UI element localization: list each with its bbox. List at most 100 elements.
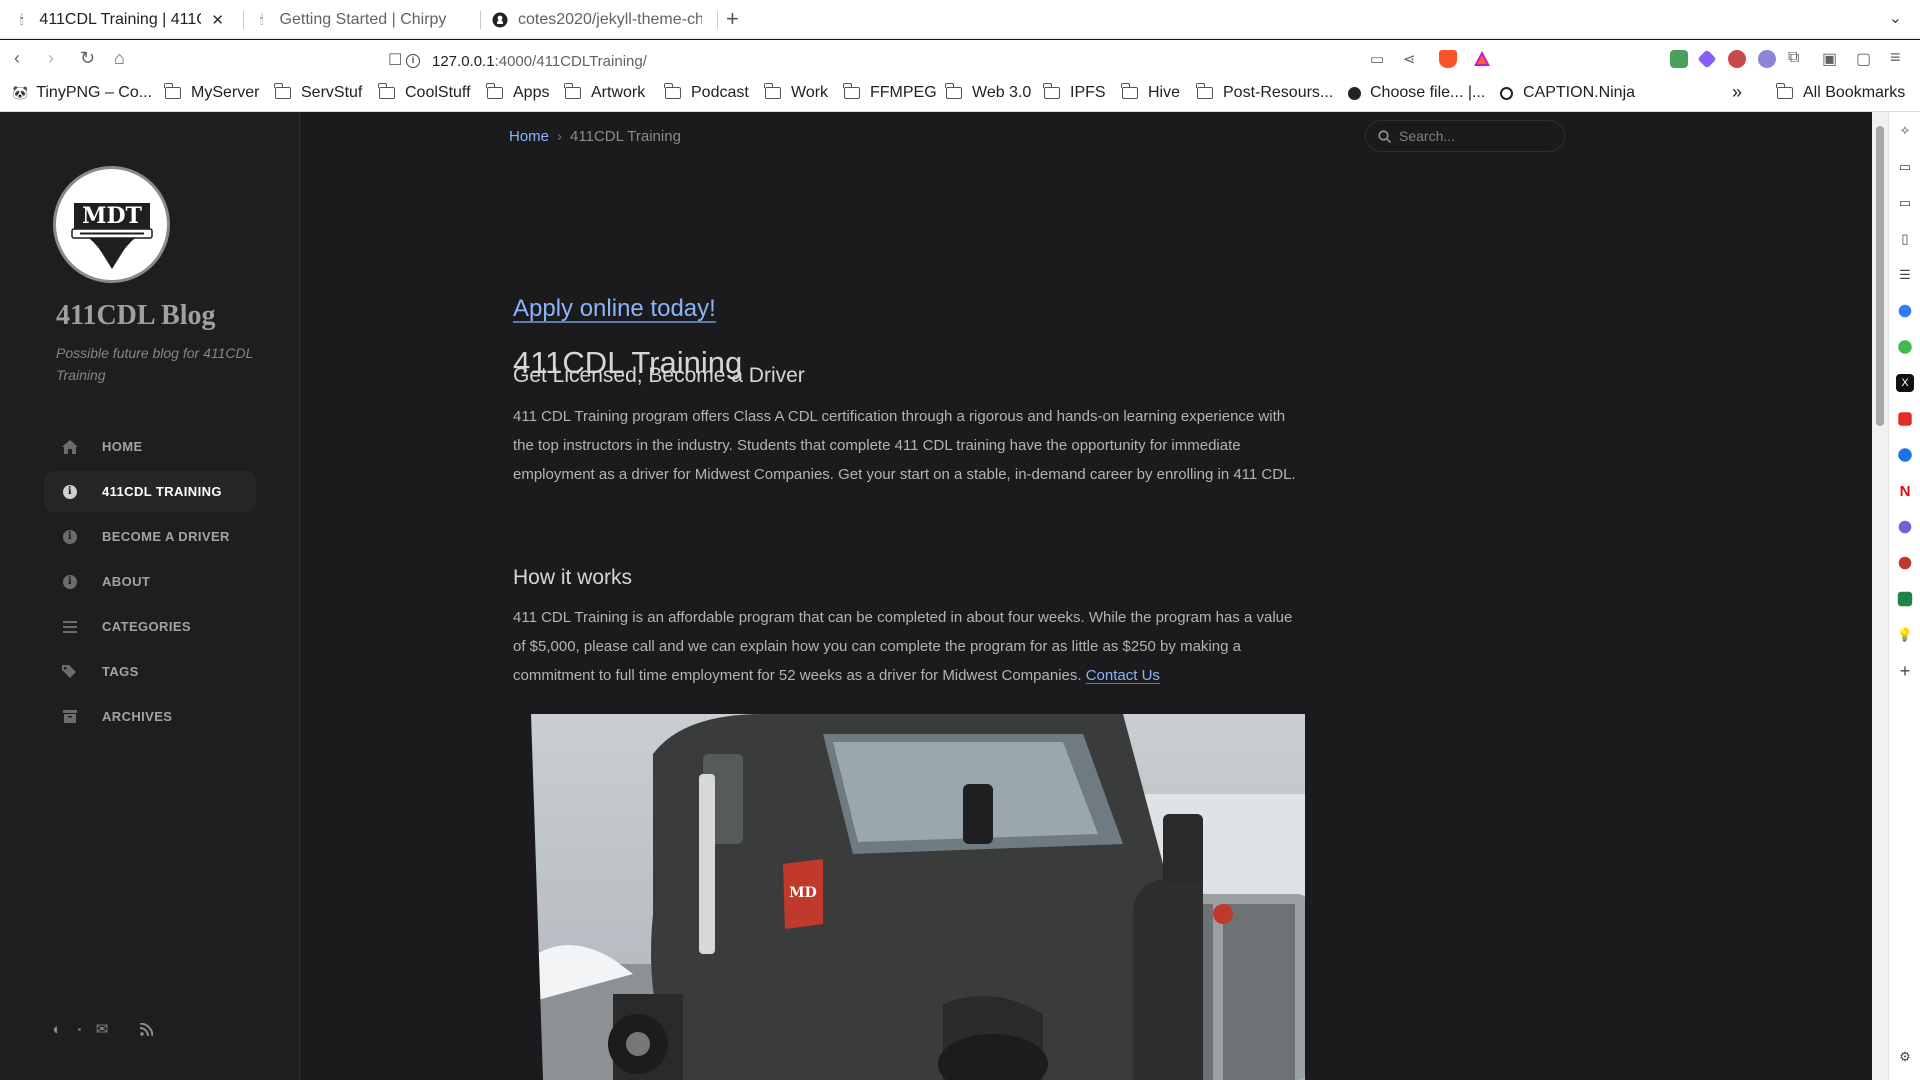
reading-list-icon[interactable]: ☰ xyxy=(1896,266,1914,284)
bookmark-label: MyServer xyxy=(191,84,260,101)
wallet-panel-icon[interactable]: ▭ xyxy=(1896,194,1914,212)
bookmark-folder-ipfs[interactable]: IPFS xyxy=(1043,83,1106,102)
sidebar-item-archives[interactable]: ARCHIVES xyxy=(44,696,256,737)
bookmarks-panel-icon[interactable]: ▯ xyxy=(1896,230,1914,248)
bookmark-folder-web3[interactable]: Web 3.0 xyxy=(945,83,1031,102)
folder-icon xyxy=(486,83,503,99)
share-icon[interactable]: ⋖ xyxy=(1403,50,1416,68)
sidebar-item-about[interactable]: ABOUT xyxy=(44,561,256,602)
bookmark-label: TinyPNG – Co... xyxy=(36,84,153,101)
tab-title: Getting Started | Chirpy xyxy=(279,11,447,28)
cast-icon[interactable]: ▭ xyxy=(1370,50,1384,68)
playlist-icon[interactable]: ▭ xyxy=(1896,158,1914,176)
folder-icon xyxy=(945,83,962,99)
bookmark-folder-myserver[interactable]: MyServer xyxy=(164,83,260,102)
rumble-icon[interactable] xyxy=(1898,340,1912,354)
bookmarks-overflow-icon[interactable]: » xyxy=(1732,82,1742,103)
back-icon[interactable]: ‹ xyxy=(14,48,20,69)
tab-jekyll-theme[interactable]: cotes2020/jekyll-theme-chirpy xyxy=(482,3,712,37)
tab-search-chevron-icon[interactable]: ⌄ xyxy=(1889,8,1902,28)
search-input[interactable] xyxy=(1399,128,1549,144)
divider-dot xyxy=(78,1027,81,1031)
tab-favicon-icon: 🕯 xyxy=(259,12,264,27)
new-tab-icon[interactable]: + xyxy=(726,6,739,32)
bookmark-folder-coolstuff[interactable]: CoolStuff xyxy=(378,83,471,102)
all-bookmarks-button[interactable]: All Bookmarks xyxy=(1776,83,1906,102)
netflix-icon[interactable]: N xyxy=(1896,482,1914,500)
bookmark-tinypng[interactable]: 🐼 TinyPNG – Co... xyxy=(12,84,152,102)
bookmark-icon[interactable]: ☐ xyxy=(388,50,402,70)
site-info-icon[interactable]: i xyxy=(406,54,420,68)
bookmark-folder-ffmpeg[interactable]: FFMPEG xyxy=(843,83,937,102)
tab-411cdl-training[interactable]: 🕯 411CDL Training | 411CDL ✕ xyxy=(4,3,234,37)
brave-shields-icon[interactable] xyxy=(1439,50,1457,68)
bookmark-caption-ninja[interactable]: CAPTION.Ninja xyxy=(1500,84,1635,102)
site-avatar-logo[interactable]: MDT xyxy=(53,166,170,283)
wallet-icon[interactable]: ▢ xyxy=(1856,49,1871,69)
sidebar-toggle-icon[interactable]: ▣ xyxy=(1822,49,1837,69)
bookmark-label: All Bookmarks xyxy=(1803,84,1906,101)
breadcrumb-home-link[interactable]: Home xyxy=(509,128,549,145)
search-box[interactable] xyxy=(1365,120,1565,152)
sidebar-item-tags[interactable]: TAGS xyxy=(44,651,256,692)
extension-violet-icon[interactable] xyxy=(1758,50,1776,68)
theme-toggle-icon[interactable]: ◐ xyxy=(46,1018,68,1040)
bookmark-label: CoolStuff xyxy=(405,84,471,101)
email-icon[interactable]: ✉ xyxy=(91,1018,113,1040)
github-icon xyxy=(492,12,508,28)
menu-icon[interactable]: ≡ xyxy=(1890,47,1901,68)
reload-icon[interactable]: ↻ xyxy=(80,48,95,69)
sidebar-item-label: ABOUT xyxy=(102,574,151,589)
forward-icon[interactable]: › xyxy=(48,48,54,69)
extension-purple-icon[interactable] xyxy=(1697,49,1717,69)
add-panel-icon[interactable]: + xyxy=(1896,661,1914,681)
extension-green-icon[interactable] xyxy=(1670,50,1688,68)
bookmark-folder-artwork[interactable]: Artwork xyxy=(564,83,645,102)
sidebar-item-categories[interactable]: CATEGORIES xyxy=(44,606,256,647)
bookmark-folder-apps[interactable]: Apps xyxy=(486,83,549,102)
home-icon xyxy=(61,438,79,456)
page-scrollbar[interactable] xyxy=(1872,112,1888,1080)
bulb-icon[interactable]: 💡 xyxy=(1896,626,1914,644)
sidebar-item-become-a-driver[interactable]: BECOME A DRIVER xyxy=(44,516,256,557)
address-bar[interactable]: i 127.0.0.1:4000/411CDLTraining/ xyxy=(406,46,1442,76)
bookmarks-bar: 🐼 TinyPNG – Co... MyServer ServStuf CoolS… xyxy=(0,80,1920,112)
leo-ai-icon[interactable]: ✧ xyxy=(1896,122,1914,140)
home-icon[interactable]: ⌂ xyxy=(114,48,125,69)
firefox-like-icon[interactable] xyxy=(1898,556,1912,570)
x-twitter-icon[interactable]: X xyxy=(1896,374,1914,392)
bookmark-folder-servstuf[interactable]: ServStuf xyxy=(274,83,362,102)
search-icon xyxy=(1378,129,1391,143)
bookmark-folder-post-resources[interactable]: Post-Resours... xyxy=(1196,83,1334,102)
tab-getting-started[interactable]: 🕯 Getting Started | Chirpy xyxy=(244,3,474,37)
chat-icon[interactable] xyxy=(1898,448,1912,462)
sidebar-item-411cdl-training[interactable]: 411CDL TRAINING xyxy=(44,471,256,512)
green-app-icon[interactable] xyxy=(1897,591,1913,607)
svg-text:MD: MD xyxy=(789,885,817,901)
bookmark-folder-work[interactable]: Work xyxy=(764,83,828,102)
bookmark-label: Post-Resours... xyxy=(1223,84,1334,101)
sidebar-item-home[interactable]: HOME xyxy=(44,426,256,467)
settings-gear-icon[interactable]: ⚙ xyxy=(1896,1048,1914,1066)
stream-icon xyxy=(61,618,79,636)
bookmark-label: FFMPEG xyxy=(870,84,937,101)
close-tab-icon[interactable]: ✕ xyxy=(211,11,224,29)
folder-icon xyxy=(378,83,395,99)
folder-icon xyxy=(1776,83,1793,99)
extensions-puzzle-icon[interactable]: ⧉ xyxy=(1788,49,1799,67)
contact-us-link[interactable]: Contact Us xyxy=(1086,667,1160,684)
odysee-icon[interactable] xyxy=(1898,520,1912,534)
site-title[interactable]: 411CDL Blog xyxy=(56,300,215,332)
site-sidebar: MDT 411CDL Blog Possible future blog for… xyxy=(0,112,300,1080)
rss-icon[interactable] xyxy=(135,1018,157,1040)
bookmark-folder-podcast[interactable]: Podcast xyxy=(664,83,749,102)
bluesky-icon[interactable] xyxy=(1898,304,1912,318)
scrollbar-thumb[interactable] xyxy=(1876,126,1884,426)
youtube-icon[interactable] xyxy=(1898,412,1912,426)
bookmark-choose-file[interactable]: Choose file... |... xyxy=(1348,84,1485,102)
bookmark-folder-hive[interactable]: Hive xyxy=(1121,83,1180,102)
extension-red-icon[interactable] xyxy=(1728,50,1746,68)
brave-rewards-icon[interactable] xyxy=(1473,50,1491,68)
how-it-works-text: 411 CDL Training is an affordable progra… xyxy=(513,609,1293,684)
apply-online-link[interactable]: Apply online today! xyxy=(513,295,716,323)
